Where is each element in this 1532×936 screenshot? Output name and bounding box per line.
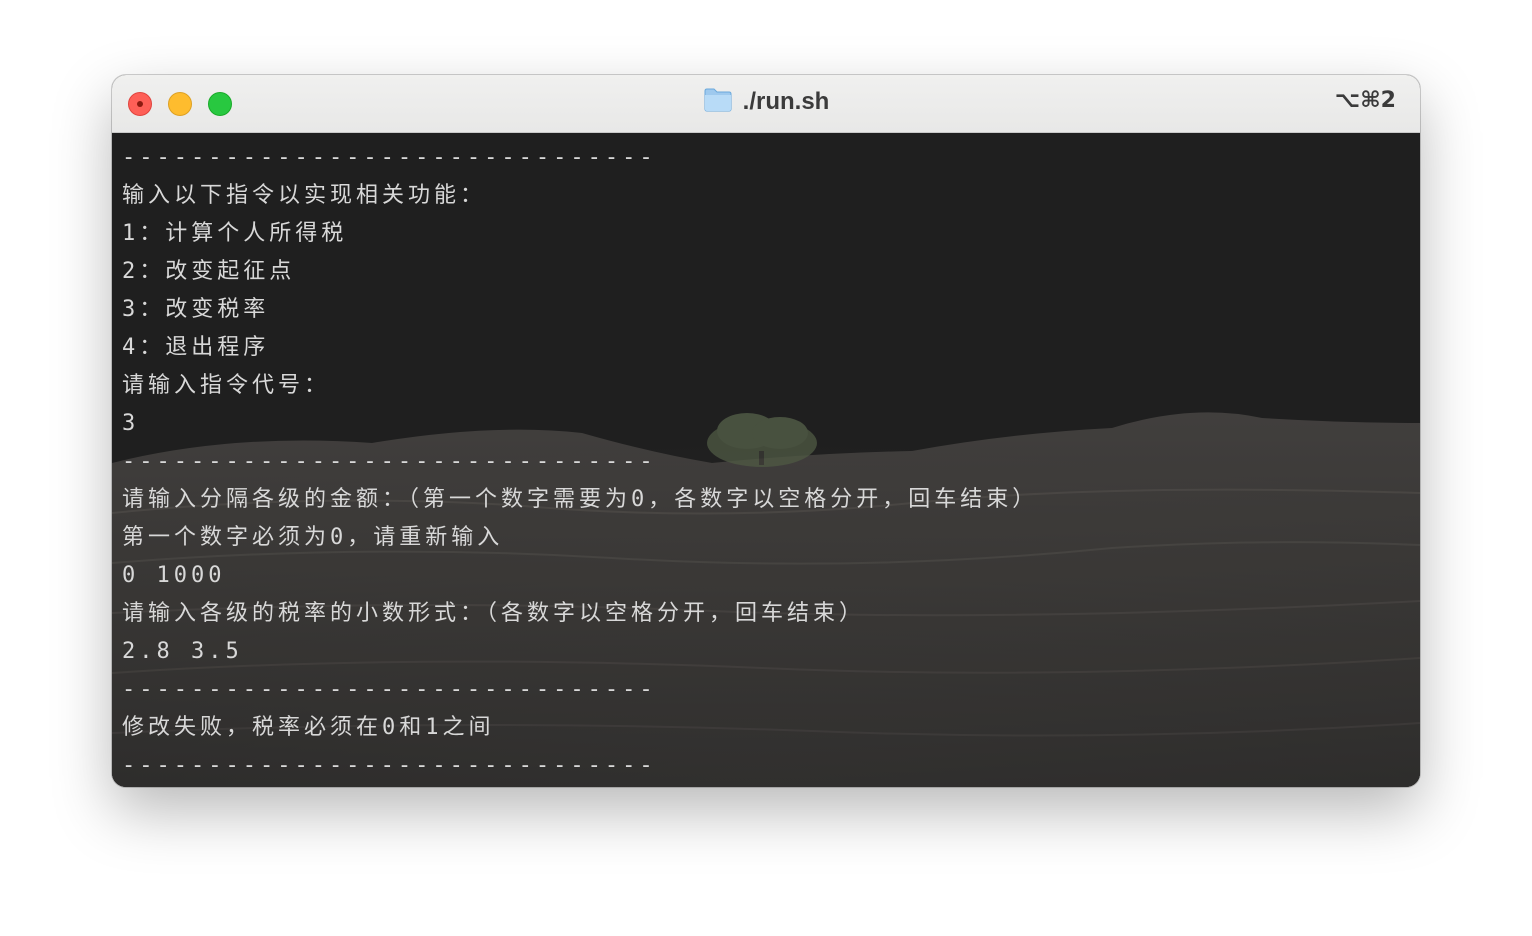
title-bar[interactable]: ./run.sh ⌥⌘2 [112,75,1420,133]
output-line: 请输入各级的税率的小数形式：（各数字以空格分开，回车结束） [122,601,866,626]
output-line: 2：改变起征点 [122,259,296,284]
output-line: 第一个数字必须为0，请重新输入 [122,525,504,550]
output-line: 请输入指令代号： [122,373,331,398]
output-line: ------------------------------- [122,145,657,170]
terminal-output: ------------------------------- 输入以下指令以实… [122,139,1038,785]
output-line: 3：改变税率 [122,297,270,322]
output-line: 请输入分隔各级的金额：（第一个数字需要为0，各数字以空格分开，回车结束） [122,487,1039,512]
output-line: 1：计算个人所得税 [122,221,348,246]
output-line: 修改失败，税率必须在0和1之间 [122,715,495,740]
window-shortcut: ⌥⌘2 [1334,88,1396,113]
output-line: ------------------------------- [122,677,657,702]
output-line: 2.8 3.5 [122,639,243,664]
window-title-text: ./run.sh [742,88,830,115]
output-line: ------------------------------- [122,753,657,778]
terminal-window: ./run.sh ⌥⌘2 ---------------------------… [112,75,1420,787]
output-line: 0 1000 [122,563,226,588]
output-line: 输入以下指令以实现相关功能： [122,183,487,208]
folder-icon [704,88,732,112]
output-line: 3 [122,411,140,436]
window-title: ./run.sh [112,87,1420,116]
output-line: 4：退出程序 [122,335,270,360]
terminal-content[interactable]: ------------------------------- 输入以下指令以实… [112,133,1420,787]
output-line: ------------------------------- [122,449,657,474]
